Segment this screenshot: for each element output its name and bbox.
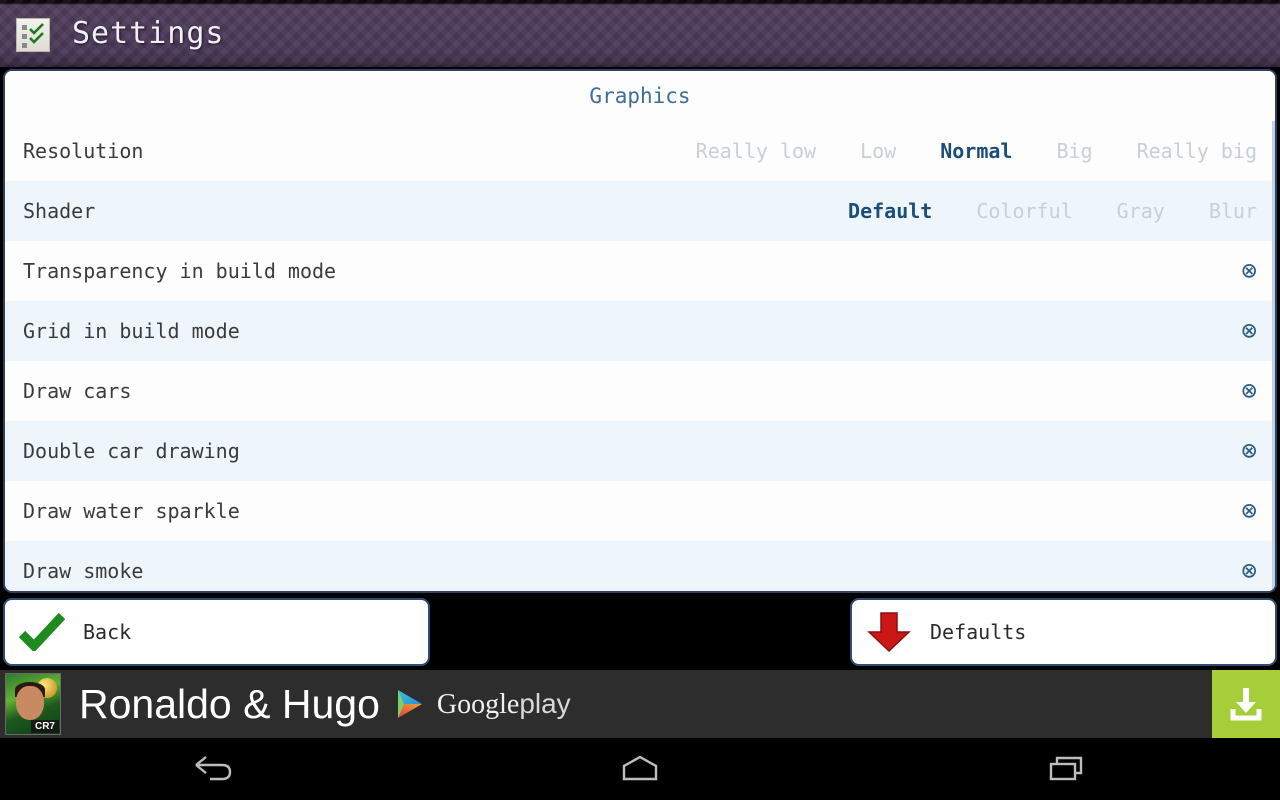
ad-banner[interactable]: CR7 Ronaldo & Hugo Googleplay — [0, 670, 1280, 738]
settings-row-shader[interactable]: Shader Default Colorful Gray Blur — [5, 181, 1275, 241]
download-icon — [1230, 688, 1262, 721]
settings-row-draw-water-sparkle[interactable]: Draw water sparkle ⊗ — [5, 481, 1275, 541]
ad-badge-label: CR7 — [30, 720, 59, 733]
option-big[interactable]: Big — [1034, 139, 1114, 163]
option-colorful[interactable]: Colorful — [954, 199, 1094, 223]
settings-panel: Graphics Resolution Really low Low Norma… — [3, 69, 1277, 593]
play-triangle-icon — [397, 690, 422, 718]
option-default[interactable]: Default — [826, 199, 954, 223]
row-label: Transparency in build mode — [23, 259, 337, 283]
google-play-text: Googleplay — [437, 688, 571, 721]
option-group-shader: Default Colorful Gray Blur — [826, 199, 1257, 223]
settings-row-resolution[interactable]: Resolution Really low Low Normal Big Rea… — [5, 121, 1275, 181]
row-label: Draw smoke — [23, 559, 144, 583]
settings-row-draw-cars[interactable]: Draw cars ⊗ — [5, 361, 1275, 421]
title-bar: Settings — [0, 0, 1280, 67]
green-check-icon — [19, 613, 65, 651]
defaults-button[interactable]: Defaults — [850, 598, 1277, 666]
option-group-resolution: Really low Low Normal Big Really big — [674, 139, 1257, 163]
nav-home-button[interactable] — [580, 754, 700, 784]
nav-back-button[interactable] — [153, 754, 273, 784]
option-blur[interactable]: Blur — [1187, 199, 1257, 223]
settings-row-double-car-drawing[interactable]: Double car drawing ⊗ — [5, 421, 1275, 481]
nav-recents-button[interactable] — [1007, 754, 1127, 784]
button-bar: Back Defaults — [0, 598, 1280, 668]
defaults-button-label: Defaults — [930, 620, 1027, 644]
option-gray[interactable]: Gray — [1095, 199, 1187, 223]
row-label: Draw water sparkle — [23, 499, 240, 523]
ad-title: Ronaldo & Hugo — [79, 680, 380, 727]
row-label: Grid in build mode — [23, 319, 240, 343]
avatar — [16, 686, 44, 720]
option-really-low[interactable]: Really low — [674, 139, 838, 163]
recents-icon — [1049, 756, 1082, 781]
circle-x-icon[interactable]: ⊗ — [1241, 258, 1257, 284]
checklist-icon — [16, 17, 50, 52]
play-word: play — [519, 687, 571, 719]
option-normal[interactable]: Normal — [918, 139, 1034, 163]
circle-x-icon[interactable]: ⊗ — [1241, 378, 1257, 404]
circle-x-icon[interactable]: ⊗ — [1241, 558, 1257, 584]
ad-app-icon: CR7 — [5, 673, 61, 735]
option-really-big[interactable]: Really big — [1115, 139, 1257, 163]
row-label: Draw cars — [23, 379, 132, 403]
circle-x-icon[interactable]: ⊗ — [1241, 498, 1257, 524]
home-icon — [622, 755, 658, 781]
ad-download-button[interactable] — [1212, 670, 1280, 738]
google-word: Google — [436, 688, 520, 720]
row-label: Resolution — [23, 139, 144, 163]
row-label: Shader — [23, 199, 96, 223]
page-title: Settings — [72, 16, 225, 51]
checkmarks-glyph — [29, 22, 44, 44]
settings-row-grid-in-build-mode[interactable]: Grid in build mode ⊗ — [5, 301, 1275, 361]
back-icon — [195, 756, 232, 781]
back-button-label: Back — [83, 620, 132, 644]
option-low[interactable]: Low — [838, 139, 918, 163]
circle-x-icon[interactable]: ⊗ — [1241, 438, 1257, 464]
android-nav-bar — [0, 738, 1280, 800]
google-play-logo: Googleplay — [394, 687, 571, 721]
screen-root: Settings Graphics Resolution Really low … — [0, 0, 1280, 800]
circle-x-icon[interactable]: ⊗ — [1241, 318, 1257, 344]
settings-row-draw-smoke[interactable]: Draw smoke ⊗ — [5, 541, 1275, 591]
scrollbar[interactable] — [1272, 121, 1275, 591]
settings-row-transparency-in-build-mode[interactable]: Transparency in build mode ⊗ — [5, 241, 1275, 301]
row-label: Double car drawing — [23, 439, 240, 463]
back-button[interactable]: Back — [3, 598, 430, 666]
red-down-arrow-icon — [867, 612, 911, 653]
panel-section-title: Graphics — [5, 71, 1275, 121]
